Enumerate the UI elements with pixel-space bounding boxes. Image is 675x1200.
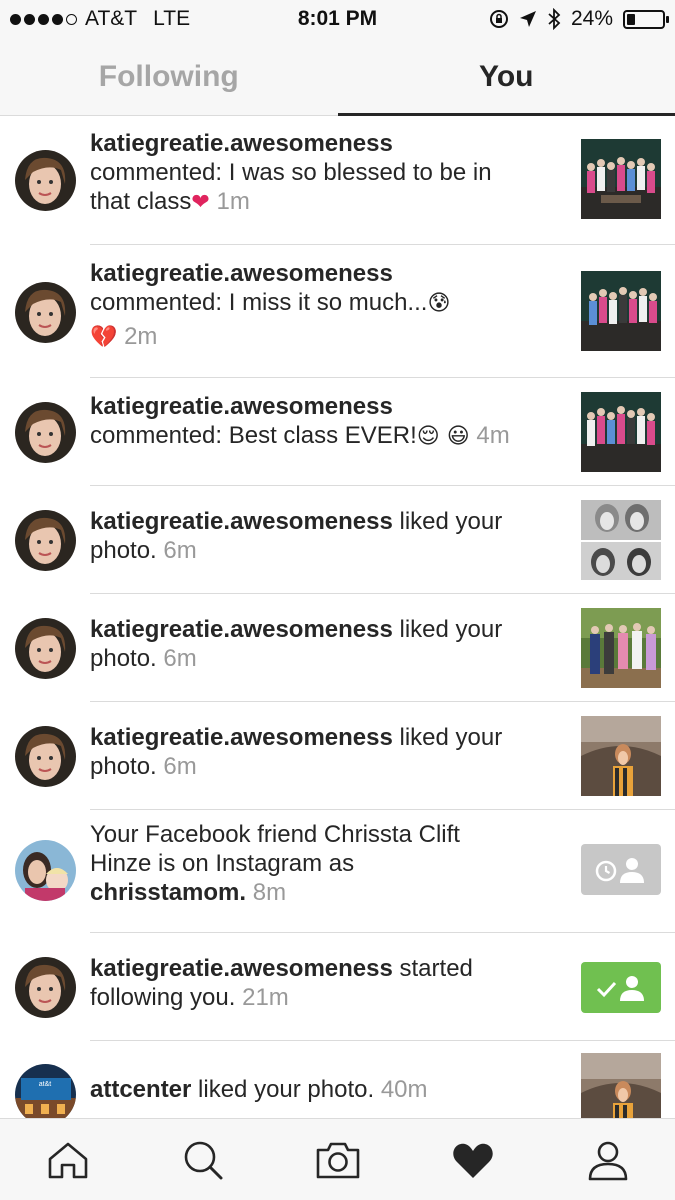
nav-home[interactable] [0,1119,135,1200]
suggestion-line: Your Facebook friend Chrissta Clift [90,821,460,848]
follow-requested-button[interactable] [581,844,661,895]
username-link[interactable]: katiegreatie.awesomeness [90,616,393,643]
avatar[interactable] [15,510,76,571]
activity-text: katiegreatie.awesomeness liked your phot… [90,615,570,673]
activity-text: katiegreatie.awesomeness liked your phot… [90,507,570,565]
action-text: photo. [90,645,157,672]
action-text: liked your [399,616,503,643]
action-text: started [399,955,473,982]
broken-heart-emoji: 💔 [90,325,118,350]
profile-icon [588,1141,627,1180]
timestamp: 21m [242,984,289,1011]
list-item[interactable]: katiegreatie.awesomeness liked your phot… [0,594,675,702]
username-link[interactable]: attcenter [90,1076,191,1103]
location-icon [519,11,536,27]
username-link[interactable]: katiegreatie.awesomeness [90,393,393,420]
tab-following[interactable]: Following [0,38,338,115]
timestamp: 8m [252,879,287,906]
list-item[interactable]: Your Facebook friend Chrissta Clift Hinz… [0,810,675,933]
list-item[interactable]: katiegreatie.awesomeness started followi… [0,933,675,1041]
nav-profile[interactable] [540,1119,675,1200]
bluetooth-icon [548,8,561,30]
avatar[interactable] [15,957,76,1018]
timestamp: 40m [380,1076,428,1103]
home-icon [48,1142,87,1178]
timestamp: 1m [216,188,250,215]
camera-icon [316,1142,359,1178]
activity-text: Your Facebook friend Chrissta Clift Hinz… [90,820,570,907]
avatar[interactable] [15,402,76,463]
comment-line: commented: Best class EVER! [90,422,417,449]
status-bar: AT&T LTE 8:01 PM 24% [0,0,675,38]
nav-activity[interactable] [405,1119,540,1200]
heart-icon [452,1143,493,1178]
avatar[interactable] [15,282,76,343]
comment-line: commented: I was so blessed to be in [90,159,492,186]
action-text: liked your photo. [198,1076,375,1103]
avatar[interactable] [15,150,76,211]
avatar[interactable]: at&t [15,1064,76,1118]
timestamp: 6m [163,753,197,780]
activity-text: katiegreatie.awesomeness commented: Best… [90,392,570,451]
list-item[interactable]: katiegreatie.awesomeness commented: I mi… [0,245,675,378]
timestamp: 6m [163,645,197,672]
post-thumbnail[interactable] [581,392,661,472]
check-person-icon [596,975,644,1001]
activity-text: katiegreatie.awesomeness liked your phot… [90,723,570,781]
status-right: 24% [489,7,669,31]
battery-icon [623,9,669,29]
avatar[interactable] [15,840,76,901]
post-thumbnail[interactable] [581,271,661,351]
following-button[interactable] [581,962,661,1013]
timestamp: 4m [476,422,510,449]
post-thumbnail[interactable] [581,716,661,796]
list-item[interactable]: katiegreatie.awesomeness liked your phot… [0,702,675,810]
username-link[interactable]: chrisstamom. [90,879,246,906]
username-link[interactable]: katiegreatie.awesomeness [90,260,393,287]
avatar[interactable] [15,618,76,679]
username-link[interactable]: katiegreatie.awesomeness [90,955,393,982]
activity-text: katiegreatie.awesomeness started followi… [90,954,570,1012]
action-text: liked your [399,724,503,751]
search-icon [184,1141,222,1179]
timestamp: 6m [163,537,197,564]
action-text: photo. [90,753,157,780]
anxious-emoji: 😰 [427,291,451,316]
action-text: photo. [90,537,157,564]
activity-tabs: Following You [0,38,675,116]
avatar[interactable] [15,726,76,787]
clock-person-icon [595,857,644,883]
rotation-lock-icon [489,10,508,28]
list-item[interactable]: katiegreatie.awesomeness commented: I wa… [0,117,675,245]
post-thumbnail[interactable] [581,608,661,688]
username-link[interactable]: katiegreatie.awesomeness [90,724,393,751]
activity-text: katiegreatie.awesomeness commented: I mi… [90,259,570,352]
list-item[interactable]: katiegreatie.awesomeness liked your phot… [0,486,675,594]
post-thumbnail[interactable] [581,139,661,219]
list-item[interactable]: katiegreatie.awesomeness commented: Best… [0,378,675,486]
username-link[interactable]: katiegreatie.awesomeness [90,130,393,157]
post-thumbnail[interactable] [581,1053,661,1118]
comment-line: that class [90,188,192,215]
activity-text: attcenter liked your photo. 40m [90,1075,570,1104]
username-link[interactable]: katiegreatie.awesomeness [90,508,393,535]
heart-emoji: ❤ [191,190,210,215]
list-item[interactable]: at&t attcenter liked your photo. 40m [0,1041,675,1118]
nav-search[interactable] [135,1119,270,1200]
battery-percent: 24% [570,7,613,30]
activity-list: katiegreatie.awesomeness commented: I wa… [0,117,675,1118]
svg-text:at&t: at&t [39,1081,52,1088]
nav-camera[interactable] [270,1119,405,1200]
suggestion-line: Hinze is on Instagram as [90,850,355,877]
action-text: following you. [90,984,236,1011]
comment-line: commented: I miss it so much... [90,289,428,316]
smile-emojis: 😌 😃 [416,424,470,449]
action-text: liked your [399,508,503,535]
tab-you[interactable]: You [337,38,675,116]
activity-text: katiegreatie.awesomeness commented: I wa… [90,129,570,217]
timestamp: 2m [124,323,158,350]
bottom-nav [0,1118,675,1200]
post-thumbnail[interactable] [581,500,661,580]
